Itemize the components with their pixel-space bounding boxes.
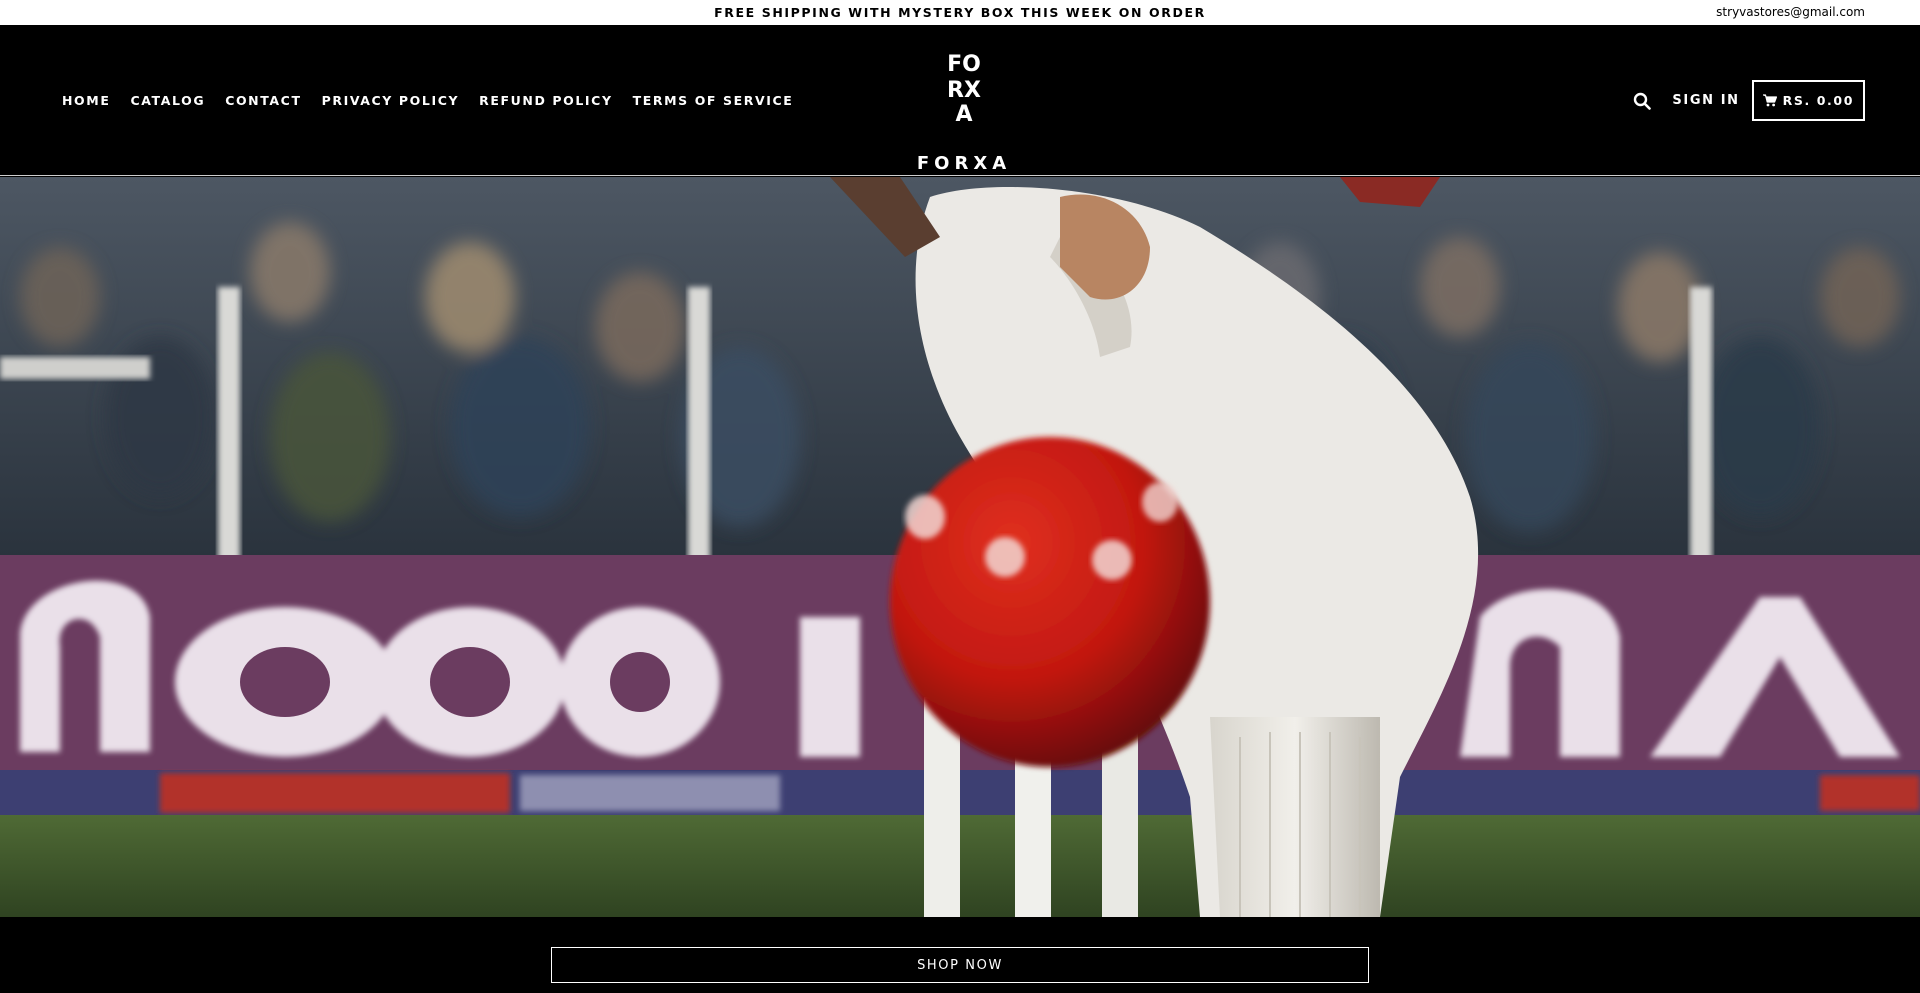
nav-item-privacy-policy[interactable]: PRIVACY POLICY bbox=[322, 93, 460, 108]
cta-section: SHOP NOW bbox=[0, 917, 1920, 993]
logo-monogram-line-2: RX bbox=[947, 78, 981, 103]
hero-image bbox=[0, 177, 1920, 917]
search-button[interactable] bbox=[1630, 89, 1654, 113]
shop-now-button[interactable]: SHOP NOW bbox=[551, 947, 1369, 983]
announcement-text: FREE SHIPPING WITH MYSTERY BOX THIS WEEK… bbox=[714, 5, 1206, 20]
main-nav: HOME CATALOG CONTACT PRIVACY POLICY REFU… bbox=[62, 25, 793, 176]
site-header: HOME CATALOG CONTACT PRIVACY POLICY REFU… bbox=[0, 25, 1920, 176]
nav-item-home[interactable]: HOME bbox=[62, 93, 110, 108]
cricket-ball bbox=[890, 437, 1210, 767]
forxa-logo[interactable]: FO RX A FORXA bbox=[904, 49, 1024, 174]
sign-in-link[interactable]: SIGN IN bbox=[1672, 93, 1739, 108]
header-actions: SIGN IN RS. 0.00 bbox=[1630, 25, 1865, 176]
cart-total: RS. 0.00 bbox=[1782, 93, 1854, 108]
logo-monogram-line-1: FO bbox=[947, 52, 981, 77]
contact-email-link[interactable]: stryvastores@gmail.com bbox=[1716, 0, 1865, 25]
search-icon bbox=[1634, 92, 1652, 110]
cart-button[interactable]: RS. 0.00 bbox=[1751, 80, 1865, 121]
nav-item-terms-of-service[interactable]: TERMS OF SERVICE bbox=[633, 93, 794, 108]
shopping-cart-icon bbox=[1762, 94, 1777, 107]
logo-wordmark: FORXA bbox=[916, 153, 1012, 174]
nav-item-refund-policy[interactable]: REFUND POLICY bbox=[479, 93, 612, 108]
logo-monogram: FO RX A bbox=[947, 52, 981, 127]
hero-banner[interactable] bbox=[0, 177, 1920, 917]
logo-monogram-line-3: A bbox=[955, 102, 972, 127]
nav-item-contact[interactable]: CONTACT bbox=[225, 93, 301, 108]
nav-item-catalog[interactable]: CATALOG bbox=[130, 93, 205, 108]
announcement-bar: FREE SHIPPING WITH MYSTERY BOX THIS WEEK… bbox=[0, 0, 1920, 25]
